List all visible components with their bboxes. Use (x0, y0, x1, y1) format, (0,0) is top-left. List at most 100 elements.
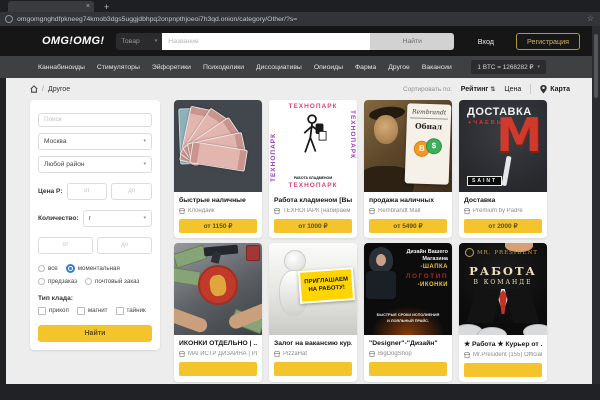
product-vendor[interactable]: Mr.President (155) Official (464, 352, 542, 358)
quantity-to-input[interactable] (97, 237, 152, 254)
product-vendor[interactable]: Клондайк (179, 208, 257, 214)
browser-url-bar[interactable]: omgomgnghdfpkneeg74kmob3dgs5uggjdbhpq2on… (0, 12, 600, 26)
checkbox-unchecked[interactable] (38, 307, 46, 315)
search-button[interactable]: Найти (370, 33, 454, 50)
price-button[interactable]: от 5490 ₽ (369, 219, 447, 233)
price-button[interactable] (369, 362, 447, 376)
product-card[interactable]: Дизайн ВашегоМагазина-ШАПКАЛОГОТИП-ИКОНК… (364, 243, 452, 382)
product-card[interactable]: ПРИГЛАШАЕМ НА РАБОТУ!Залог на вакансию к… (269, 243, 357, 382)
search-category-select[interactable]: Товар ▾ (116, 33, 162, 50)
product-title[interactable]: Доставка (464, 197, 542, 204)
art-brand-top: ТЕХНОПАРК (269, 103, 357, 110)
price-to-input[interactable] (111, 183, 152, 200)
product-card[interactable]: RembrandtОбналB$продажа наличныхRembrand… (364, 100, 452, 238)
product-vendor[interactable]: ТЕХНОПАРК [набираем к... (274, 208, 352, 214)
product-title[interactable]: ИКОНКИ ОТДЕЛЬНО | ... (179, 340, 257, 347)
delivery-option[interactable]: почтовый заказ (85, 278, 139, 285)
quantity-from-input[interactable] (38, 237, 93, 254)
login-link[interactable]: Вход (478, 37, 494, 46)
price-from-input[interactable] (67, 183, 108, 200)
search-input[interactable] (162, 33, 370, 50)
home-icon[interactable] (30, 85, 38, 93)
product-title[interactable]: продажа наличных (369, 197, 447, 204)
product-vendor[interactable]: МАГИСТР ДИЗАЙНА | РИ... (179, 351, 257, 357)
unit-select[interactable]: г ▾ (83, 210, 152, 227)
price-button[interactable] (464, 363, 542, 377)
tab-close-icon[interactable]: × (86, 3, 90, 10)
product-card[interactable]: ИКОНКИ ОТДЕЛЬНО | ... МАГИСТР ДИЗАЙНА | Р… (174, 243, 262, 382)
nav-item[interactable]: Диссоциативы (256, 64, 302, 71)
price-button[interactable] (274, 362, 352, 376)
product-card[interactable]: ДОСТАВКА+ЧАЕВЫЕМSAINTДоставкаPremium by … (459, 100, 547, 238)
checkbox-unchecked[interactable] (77, 307, 85, 315)
nav-item[interactable]: Стимуляторы (97, 64, 140, 71)
price-button[interactable]: от 1000 ₽ (274, 219, 352, 233)
product-vendor[interactable]: BigDogShop (369, 351, 447, 357)
product-card[interactable]: MR. PRESIDENTРАБОТАВ КОМАНДЕ★ Работа ★ К… (459, 243, 547, 382)
nav-item[interactable]: Фарма (355, 64, 376, 71)
map-link[interactable]: Карта (540, 85, 570, 94)
nav-item[interactable]: Каннабиноиды (38, 64, 85, 71)
stash-option[interactable]: тайник (116, 307, 146, 315)
nav-item[interactable]: Эйфоретики (152, 64, 191, 71)
price-button[interactable] (179, 362, 257, 376)
price-button[interactable]: от 2000 ₽ (464, 219, 542, 233)
figure-face-shape (376, 254, 386, 266)
radio-checked[interactable] (66, 264, 75, 273)
coins: B$ (409, 137, 448, 157)
nav-item[interactable]: Психоделики (203, 64, 244, 71)
product-title[interactable]: Залог на вакансию кур... (274, 340, 352, 347)
bookmark-star-icon[interactable]: ☆ (587, 15, 594, 23)
breadcrumb-current[interactable]: Другое (48, 86, 70, 93)
nav-item[interactable]: Опиоиды (314, 64, 343, 71)
product-title[interactable]: Работа кладменом [Вы... (274, 197, 352, 204)
site-logo[interactable]: OMG!OMG! (42, 35, 104, 47)
city-select[interactable]: Москва ▾ (38, 133, 152, 150)
browser-tab[interactable]: × (8, 1, 94, 12)
product-card-body: ★ Работа ★ Курьер от ... Mr.President (15… (459, 335, 547, 382)
storefront-icon (464, 208, 470, 214)
filter-search-input[interactable] (38, 113, 152, 127)
sort-by-price[interactable]: Цена (504, 86, 521, 93)
price-filter-label: Цена Р: (38, 188, 63, 195)
district-select[interactable]: Любой район ▾ (38, 156, 152, 173)
gun-grip-shape (211, 251, 221, 264)
product-vendor[interactable]: Premium by Padre (464, 208, 542, 214)
figure-torso-shape (366, 271, 396, 299)
delivery-option[interactable]: все (38, 264, 58, 273)
sort-group: Сортировать по: Рейтинг ⇅ Цена Карта (403, 84, 570, 94)
product-image-designer: Дизайн ВашегоМагазина-ШАПКАЛОГОТИП-ИКОНК… (364, 243, 452, 335)
url-text[interactable]: omgomgnghdfpkneeg74kmob3dgs5uggjdbhpq2on… (17, 16, 581, 23)
arm-shape (174, 306, 209, 334)
browser-scrollbar[interactable] (592, 26, 600, 384)
product-card[interactable]: ТЕХНОПАРКТЕХНОПАРКТЕХНОПАРКРАБОТА КЛАДМЕ… (269, 100, 357, 238)
btc-rate-selector[interactable]: 1 BTC = 1268282 ₽ ▾ (471, 60, 546, 74)
checkbox-unchecked[interactable] (116, 307, 124, 315)
price-button[interactable]: от 1150 ₽ (179, 219, 257, 233)
product-title[interactable]: ★ Работа ★ Курьер от ... (464, 340, 542, 348)
product-card-body: быстрые наличные Клондайк от 1150 ₽ (174, 192, 262, 238)
radio-unchecked[interactable] (38, 265, 45, 272)
sort-by-rating[interactable]: Рейтинг ⇅ (461, 86, 496, 93)
new-tab-icon[interactable]: + (104, 2, 109, 12)
product-title[interactable]: "Designer"-"Дизайн" (369, 340, 447, 347)
art-line: -ИКОНКИ (406, 281, 448, 289)
product-card[interactable]: быстрые наличные Клондайк от 1150 ₽ (174, 100, 262, 238)
delivery-options: все моментальная предзаказ почтовый заказ (38, 264, 152, 285)
nav-item[interactable]: Другое (388, 64, 410, 71)
nav-item[interactable]: Вакансии (422, 64, 452, 71)
sort-arrows-icon: ⇅ (490, 86, 495, 93)
scrollbar-thumb[interactable] (594, 34, 598, 98)
delivery-option[interactable]: моментальная (66, 264, 120, 273)
radio-unchecked[interactable] (38, 278, 45, 285)
delivery-option[interactable]: предзаказ (38, 278, 77, 285)
product-vendor[interactable]: Rembrandt Mall (369, 208, 447, 214)
stash-option[interactable]: магнит (77, 307, 108, 315)
stash-option[interactable]: прикоп (38, 307, 69, 315)
register-button[interactable]: Регистрация (516, 33, 580, 50)
product-vendor[interactable]: PizzaHat (274, 351, 352, 357)
site-info-icon[interactable] (5, 15, 13, 23)
product-title[interactable]: быстрые наличные (179, 197, 257, 204)
filter-submit-button[interactable]: Найти (38, 325, 152, 342)
radio-unchecked[interactable] (85, 278, 92, 285)
